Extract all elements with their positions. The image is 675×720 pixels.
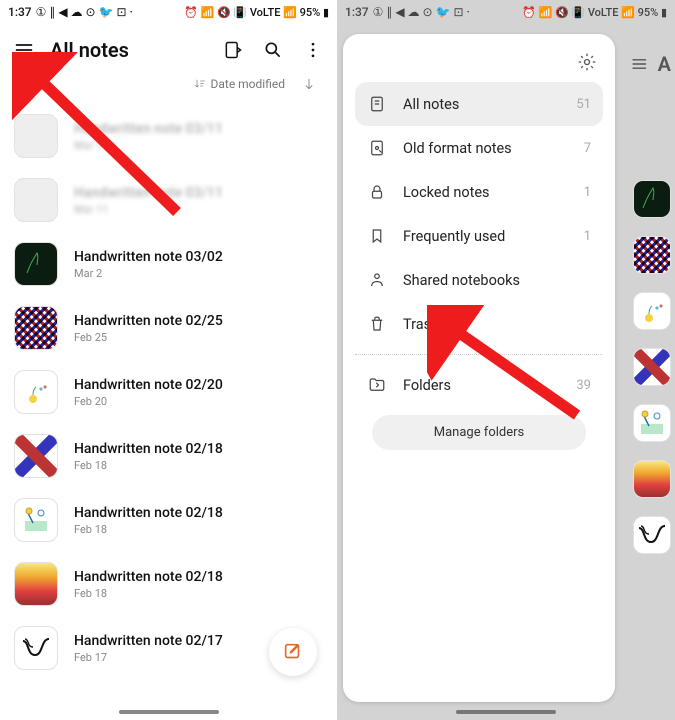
drawer-item-count: 7: [584, 141, 591, 156]
sort-row: Date modified: [0, 70, 337, 104]
note-thumbnail: [14, 498, 58, 542]
left-phone-screenshot: 1:37 ① ∥ ◀ ☁ ⊙ 🐦 ⊡ · ⏰ 📶 🔇 📳 VoLTE 📶 95%…: [0, 0, 337, 720]
status-left-icons: ① ∥ ◀ ☁ ⊙ 🐦 ⊡ ·: [36, 5, 133, 19]
status-right-icons: ⏰ 📶 🔇 📳 VoLTE 📶 95% ▮: [184, 6, 329, 19]
drawer-item-label: Old format notes: [403, 140, 512, 157]
note-title: Handwritten note 02/18: [74, 569, 323, 585]
new-note-fab[interactable]: [269, 628, 317, 676]
right-phone-screenshot: 1:37 ① ∥ ◀ ☁ ⊙ 🐦 ⊡ · ⏰ 📶 🔇 📳 VoLTE 📶 95%…: [337, 0, 675, 720]
status-bar: 1:37 ① ∥ ◀ ☁ ⊙ 🐦 ⊡ · ⏰ 📶 🔇 📳 VoLTE 📶 95%…: [337, 0, 675, 24]
note-date: Feb 18: [74, 459, 323, 472]
note-item[interactable]: Handwritten note 02/18 Feb 18: [14, 488, 323, 552]
share-icon: [367, 270, 387, 290]
sort-button[interactable]: Date modified: [194, 77, 285, 91]
trash-icon: [367, 314, 387, 334]
note-item[interactable]: Handwritten note 02/25 Feb 25: [14, 296, 323, 360]
folder-icon: [367, 375, 387, 395]
bookmark-icon: [367, 226, 387, 246]
pdf-import-icon[interactable]: [223, 40, 243, 60]
note-date: Feb 20: [74, 395, 323, 408]
note-title: Handwritten note 02/20: [74, 377, 323, 393]
note-thumbnail: [14, 434, 58, 478]
note-title: Handwritten note 03/11: [74, 185, 323, 201]
status-bar: 1:37 ① ∥ ◀ ☁ ⊙ 🐦 ⊡ · ⏰ 📶 🔇 📳 VoLTE 📶 95%…: [0, 0, 337, 24]
drawer-item-count: 1: [584, 185, 591, 200]
note-date: Feb 18: [74, 587, 323, 600]
sort-label-text: Date modified: [210, 77, 285, 91]
note-title: Handwritten note 03/02: [74, 249, 323, 265]
note-item[interactable]: Handwritten note 03/02 Mar 2: [14, 232, 323, 296]
note-title: Handwritten note 03/11: [74, 121, 323, 137]
note-date: Mar 11: [74, 139, 323, 152]
drawer-item-shared-notebooks[interactable]: Shared notebooks: [355, 258, 603, 302]
drawer-item-count: 51: [576, 97, 591, 112]
hamburger-icon[interactable]: [14, 40, 34, 60]
drawer-item-locked-notes[interactable]: Locked notes 1: [355, 170, 603, 214]
note-thumbnail: [14, 370, 58, 414]
page-title: All notes: [50, 38, 207, 62]
nav-handle: [456, 710, 556, 714]
drawer-item-label: Shared notebooks: [403, 272, 520, 289]
more-icon[interactable]: [303, 40, 323, 60]
status-left-icons: ① ∥ ◀ ☁ ⊙ 🐦 ⊡ ·: [373, 5, 470, 19]
note-date: Feb 18: [74, 523, 323, 536]
manage-folders-label: Manage folders: [434, 425, 525, 440]
note-thumbnail: [14, 562, 58, 606]
note-thumbnail: [14, 178, 58, 222]
note-thumbnail: [14, 306, 58, 350]
note-thumbnail: [633, 348, 671, 386]
status-right-icons: ⏰ 📶 🔇 📳 VoLTE 📶 95% ▮: [522, 6, 667, 19]
note-thumbnail: [14, 626, 58, 670]
note-thumbnail: [633, 516, 671, 554]
note-item[interactable]: Handwritten note 03/11 Mar 11: [14, 168, 323, 232]
drawer-item-count: 1: [584, 229, 591, 244]
note-item[interactable]: Handwritten note 02/18 Feb 18: [14, 424, 323, 488]
search-icon[interactable]: [263, 40, 283, 60]
drawer-item-label: Trash: [403, 316, 439, 333]
note-thumbnail: [633, 292, 671, 330]
lock-icon: [367, 182, 387, 202]
drawer-item-label: All notes: [403, 96, 459, 113]
app-header: All notes: [0, 24, 337, 70]
sort-direction-icon[interactable]: [299, 74, 319, 94]
drawer-item-old-format-notes[interactable]: Old format notes 7: [355, 126, 603, 170]
note-date: Mar 2: [74, 267, 323, 280]
note-thumbnail: [633, 404, 671, 442]
navigation-drawer: All notes 51 Old format notes 7 Locked notes…: [343, 34, 615, 702]
note-thumbnail: [14, 114, 58, 158]
note-title: Handwritten note 02/18: [74, 505, 323, 521]
drawer-item-folders[interactable]: Folders 39: [355, 363, 603, 407]
note-thumbnail: [633, 460, 671, 498]
note-thumbnail: [633, 236, 671, 274]
note-date: Mar 11: [74, 203, 323, 216]
folders-label: Folders: [403, 377, 451, 394]
folders-count: 39: [576, 378, 591, 393]
old-icon: [367, 138, 387, 158]
note-item[interactable]: Handwritten note 02/18 Feb 18: [14, 552, 323, 616]
note-thumbnail: [14, 242, 58, 286]
nav-handle: [119, 710, 219, 714]
note-title: Handwritten note 02/18: [74, 441, 323, 457]
manage-folders-button[interactable]: Manage folders: [372, 415, 585, 450]
drawer-item-label: Frequently used: [403, 228, 505, 245]
drawer-item-frequently-used[interactable]: Frequently used 1: [355, 214, 603, 258]
drawer-separator: [355, 354, 603, 355]
note-title: Handwritten note 02/25: [74, 313, 323, 329]
note-item[interactable]: Handwritten note 02/20 Feb 20: [14, 360, 323, 424]
note-date: Feb 25: [74, 331, 323, 344]
note-icon: [367, 94, 387, 114]
note-item[interactable]: Handwritten note 03/11 Mar 11: [14, 104, 323, 168]
status-time: 1:37: [345, 5, 369, 19]
settings-gear-icon[interactable]: [577, 52, 597, 72]
status-time: 1:37: [8, 5, 32, 19]
drawer-item-all-notes[interactable]: All notes 51: [355, 82, 603, 126]
note-thumbnail: [633, 180, 671, 218]
background-sliver: A: [627, 32, 675, 720]
bg-title-initial: A: [658, 52, 671, 76]
drawer-item-trash[interactable]: Trash: [355, 302, 603, 346]
drawer-item-label: Locked notes: [403, 184, 490, 201]
notes-list: Handwritten note 03/11Mar 11Handwritten …: [0, 104, 337, 680]
